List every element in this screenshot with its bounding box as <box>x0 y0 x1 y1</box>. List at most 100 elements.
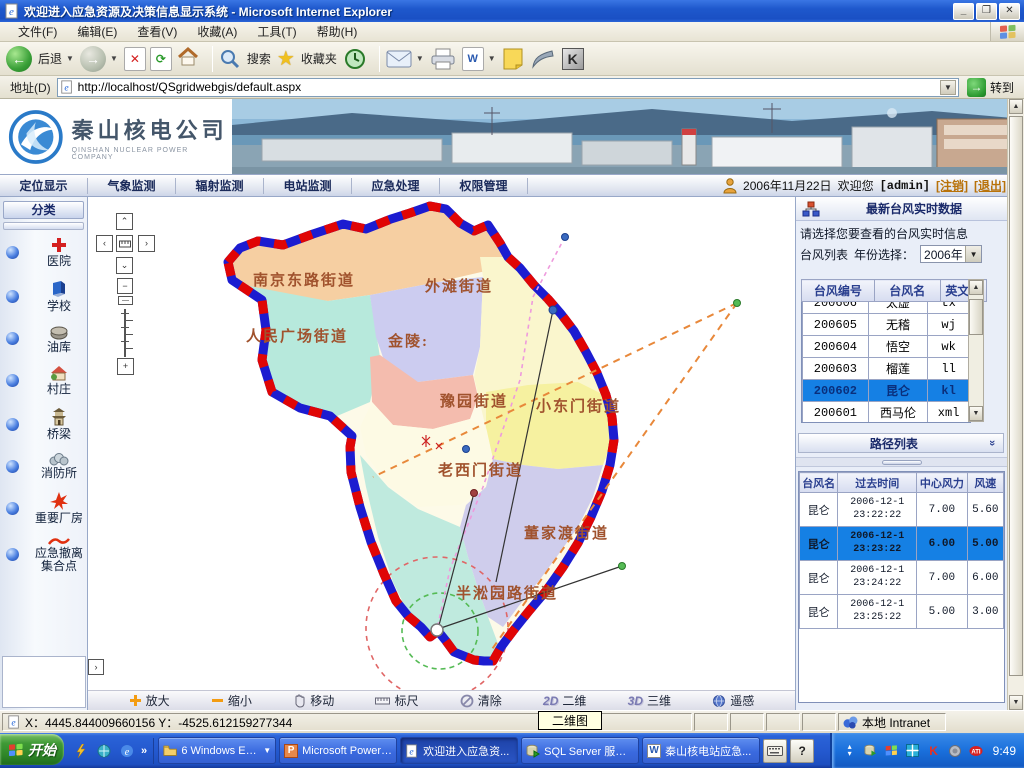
sidebar-collapse-button[interactable]: › <box>88 659 104 675</box>
page-scrollbar[interactable]: ▲ ▼ <box>1007 99 1024 710</box>
typhoon-center-marker[interactable] <box>431 624 443 636</box>
sidebar-item-hospital[interactable]: 医院 <box>6 236 87 269</box>
favorites-button[interactable]: ★ 收藏夹 <box>277 46 337 71</box>
tab-permission-manage[interactable]: 权限管理 <box>440 178 528 194</box>
typhoon-table-scrollbar[interactable]: ▲ ▼ <box>968 279 984 422</box>
path-list-bar[interactable]: 路径列表 » <box>798 433 1004 453</box>
address-dropdown-icon[interactable]: ▼ <box>940 80 956 95</box>
tab-weather-monitor[interactable]: 气象监测 <box>88 178 176 194</box>
track-point-green[interactable] <box>619 563 626 570</box>
menu-help[interactable]: 帮助(H) <box>307 21 368 42</box>
tray-ime-grid-icon[interactable] <box>905 743 921 759</box>
path-row[interactable]: 昆仑 2006-12-123:24:22 7.00 6.00 <box>800 561 1004 595</box>
quick-launch-icon-1[interactable] <box>72 742 90 760</box>
path-row-selected[interactable]: 昆仑 2006-12-123:23:22 6.00 5.00 <box>800 527 1004 561</box>
search-button[interactable]: 搜索 <box>219 48 271 70</box>
full-extent-button[interactable] <box>116 235 133 252</box>
sidebar-item-oil-depot[interactable]: 油库 <box>6 324 87 355</box>
typhoon-row[interactable]: 200603 榴莲 ll <box>803 358 970 380</box>
sidebar-item-bridge[interactable]: 桥梁 <box>6 407 87 442</box>
zoom-out-step-button[interactable]: − <box>117 278 133 294</box>
tray-windows-icon[interactable] <box>884 743 900 759</box>
sidebar-item-assembly-point[interactable]: 应急撤离集合点 <box>6 536 87 575</box>
tray-kaspersky-icon[interactable]: K <box>926 743 942 759</box>
exit-link[interactable]: [退出] <box>974 177 1006 194</box>
task-powerpoint[interactable]: P Microsoft PowerP... <box>279 737 397 764</box>
scroll-up-icon[interactable]: ▲ <box>1009 99 1023 114</box>
year-dropdown-icon[interactable]: ▼ <box>965 246 981 262</box>
track-point-red[interactable] <box>471 490 478 497</box>
pan-tool[interactable]: 移动 <box>293 692 334 709</box>
typhoon-row[interactable]: 200606 太虚 tx <box>803 302 970 314</box>
sidebar-item-key-plant[interactable]: 重要厂房 <box>6 491 87 526</box>
history-button[interactable] <box>343 47 367 71</box>
go-button[interactable]: → 转到 <box>967 78 1014 97</box>
messenger-button[interactable] <box>502 47 524 71</box>
logout-link[interactable]: [注销] <box>936 177 968 194</box>
flashget-button[interactable] <box>530 48 556 70</box>
taskbar-clock[interactable]: 9:49 <box>993 744 1016 758</box>
restore-button[interactable]: ❐ <box>976 3 997 20</box>
path-row[interactable]: 昆仑 2006-12-123:22:22 7.00 5.60 <box>800 493 1004 527</box>
menu-edit[interactable]: 编辑(E) <box>67 21 127 42</box>
scroll-down-icon[interactable]: ▼ <box>1009 695 1023 710</box>
back-dropdown-icon[interactable]: ▼ <box>66 54 74 63</box>
pan-up-button[interactable]: ⌃ <box>116 213 133 230</box>
track-point-blue[interactable] <box>463 446 470 453</box>
task-sql-server[interactable]: SQL Server 服务... <box>521 737 639 764</box>
stop-button[interactable]: ✕ <box>124 47 146 71</box>
typhoon-row-selected[interactable]: 200602 昆仑 kl <box>803 380 970 402</box>
forward-button[interactable]: → ▼ <box>80 46 118 72</box>
task-windows-explorer-group[interactable]: 6 Windows Expl... ▼ <box>158 737 276 764</box>
group-dropdown-icon[interactable]: ▼ <box>263 746 271 755</box>
tray-ati-icon[interactable]: ATI <box>968 743 984 759</box>
typhoon-row[interactable]: 200604 悟空 wk <box>803 336 970 358</box>
tab-radiation-monitor[interactable]: 辐射监测 <box>176 178 264 194</box>
typhoon-row[interactable]: 200601 西马伦 xml <box>803 402 970 424</box>
zoom-slider-handle[interactable]: — <box>118 296 133 305</box>
menu-view[interactable]: 查看(V) <box>127 21 187 42</box>
minimize-button[interactable]: _ <box>953 3 974 20</box>
home-button[interactable] <box>176 45 200 72</box>
year-select[interactable]: 2006年 ▼ <box>920 245 982 263</box>
task-word-doc[interactable]: W 秦山核电站应急... <box>642 737 760 764</box>
view-3d-tool[interactable]: 3D 三维 <box>628 692 671 709</box>
pan-left-button[interactable]: ‹ <box>96 235 113 252</box>
map-area[interactable]: 南京东路街道 外滩街道 人民广场街道 金陵: 豫园街道 小东门街道 老西门街道 … <box>88 197 795 710</box>
print-button[interactable] <box>430 48 456 70</box>
quick-launch-ie-icon[interactable]: e <box>118 742 136 760</box>
zoom-in-tool[interactable]: 放大 <box>129 692 170 709</box>
collapse-chevron-icon[interactable]: » <box>986 440 998 446</box>
hide-icons-chevron[interactable]: ▴▾ <box>842 743 858 759</box>
zoom-out-tool[interactable]: 缩小 <box>211 692 252 709</box>
close-button[interactable]: ✕ <box>999 3 1020 20</box>
sidebar-item-fire-station[interactable]: 消防所 <box>6 452 87 481</box>
scroll-down-icon[interactable]: ▼ <box>969 406 983 421</box>
menu-tools[interactable]: 工具(T) <box>247 21 306 42</box>
tab-emergency-handle[interactable]: 应急处理 <box>352 178 440 194</box>
start-button[interactable]: 开始 <box>0 734 64 765</box>
kaspersky-button[interactable]: K <box>562 48 584 70</box>
scrollbar-thumb[interactable] <box>1009 116 1023 676</box>
back-button[interactable]: ← 后退 ▼ <box>6 46 74 72</box>
measure-tool[interactable]: 标尺 <box>375 692 418 709</box>
menu-favorites[interactable]: 收藏(A) <box>187 21 247 42</box>
sidebar-item-village[interactable]: 村庄 <box>6 364 87 397</box>
ime-keyboard-button[interactable] <box>763 739 787 763</box>
task-ie-emergency-system[interactable]: e 欢迎进入应急资... <box>400 737 518 764</box>
tab-station-monitor[interactable]: 电站监测 <box>264 178 352 194</box>
mail-button[interactable]: ▼ <box>386 49 424 69</box>
refresh-button[interactable]: ⟳ <box>150 47 172 71</box>
district-map[interactable] <box>88 197 795 690</box>
zoom-in-step-button[interactable]: + <box>117 358 134 375</box>
tray-network-icon[interactable] <box>947 743 963 759</box>
ime-help-button[interactable]: ? <box>790 739 814 763</box>
scroll-up-icon[interactable]: ▲ <box>969 280 983 295</box>
quick-launch-icon-2[interactable] <box>95 742 113 760</box>
sidebar-item-school[interactable]: 学校 <box>6 279 87 314</box>
remote-sensing-tool[interactable]: 遥感 <box>712 692 754 709</box>
quick-launch-overflow-icon[interactable]: » <box>141 745 147 757</box>
tray-sql-icon[interactable] <box>863 743 879 759</box>
pan-right-button[interactable]: › <box>138 235 155 252</box>
track-point-blue[interactable] <box>549 306 557 314</box>
